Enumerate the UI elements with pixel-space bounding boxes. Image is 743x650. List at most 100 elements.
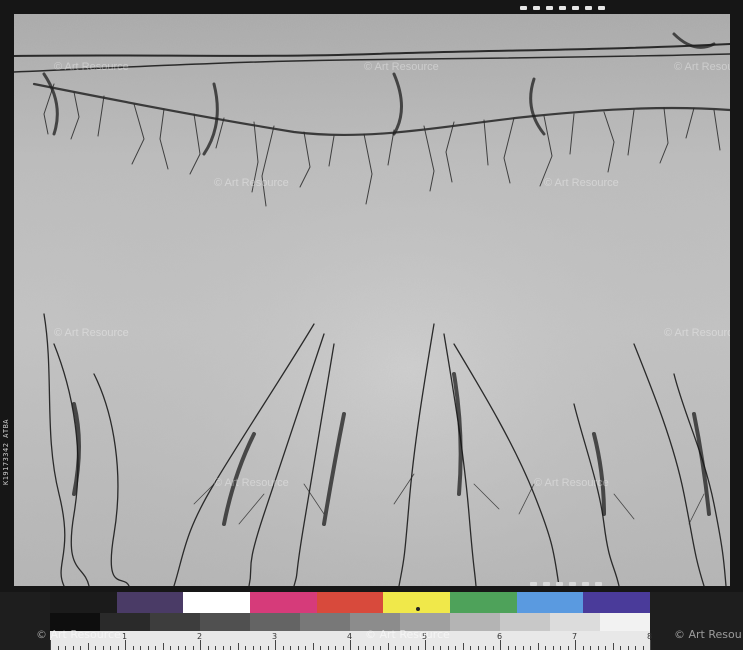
ruler-number: 2 <box>197 632 203 641</box>
film-frame: K19173342 ATBA © Art Resource © Art Reso… <box>0 0 743 592</box>
ruler-number: 1 <box>122 632 128 641</box>
gray-patch <box>250 613 300 631</box>
ruler-tick <box>552 646 554 650</box>
ruler-tick <box>350 640 351 650</box>
ruler-tick <box>492 646 494 650</box>
ruler-tick <box>582 646 584 650</box>
ruler-tick <box>57 646 59 650</box>
ruler-tick <box>447 646 449 650</box>
ruler-tick <box>102 646 104 650</box>
ruler-tick <box>147 646 149 650</box>
ruler-tick <box>305 646 306 650</box>
watermark: © Art Resource <box>674 61 730 73</box>
color-patch <box>183 592 251 613</box>
ruler-tick <box>627 646 629 650</box>
ruler-tick <box>95 646 96 650</box>
color-patch <box>516 592 584 613</box>
ruler-tick <box>342 646 344 650</box>
ruler-tick <box>207 646 209 650</box>
ruler-tick <box>320 646 321 650</box>
ruler-tick <box>417 646 419 650</box>
ruler-tick <box>282 646 284 650</box>
watermark: © Art Resource <box>364 61 439 73</box>
ruler-tick <box>237 643 239 650</box>
ruler-tick <box>605 646 606 650</box>
film-edge-notches-top <box>520 6 605 10</box>
color-patch <box>450 592 517 613</box>
gray-patch <box>200 613 250 631</box>
ruler-tick <box>477 646 479 650</box>
ruler-tick <box>267 646 269 650</box>
ruler-tick <box>515 646 516 650</box>
ruler-tick <box>507 646 509 650</box>
ruler-tick <box>642 646 644 650</box>
ruler-tick <box>230 646 231 650</box>
ruler-tick <box>380 646 381 650</box>
ruler-tick <box>425 640 426 650</box>
ruler-tick <box>72 646 74 650</box>
ruler-number: 4 <box>347 632 353 641</box>
watermark: © Art Resource <box>214 177 289 189</box>
ruler-tick <box>545 646 546 650</box>
ruler-tick <box>575 640 576 650</box>
ruler-tick <box>260 646 261 650</box>
ruler-tick <box>125 640 126 650</box>
watermark: © Art Resource <box>214 477 289 489</box>
ruler-tick <box>132 646 134 650</box>
watermark: © Art Resource <box>54 61 129 73</box>
ruler-tick <box>170 646 171 650</box>
ruler-tick <box>252 646 254 650</box>
ruler-tick <box>155 646 156 650</box>
gray-patch <box>500 613 550 631</box>
ruler-tick <box>620 646 621 650</box>
ruler-tick <box>612 643 614 650</box>
ruler-tick <box>327 646 329 650</box>
ruler-tick <box>560 646 561 650</box>
ruler-tick <box>297 646 299 650</box>
ruler-tick <box>50 640 51 650</box>
watermark-bottom-left: © Art Resource <box>36 628 121 641</box>
ruler-tick <box>222 646 224 650</box>
ruler-tick <box>410 646 411 650</box>
ruler-tick <box>530 646 531 650</box>
ruler-tick <box>275 640 276 650</box>
ruler-tick <box>365 646 366 650</box>
color-calibration-bar <box>50 592 651 613</box>
gray-patch <box>300 613 350 631</box>
ruler-tick <box>537 643 539 650</box>
grayscale-calibration-bar <box>50 613 650 631</box>
ruler-tick <box>312 643 314 650</box>
ruler-tick <box>590 646 591 650</box>
ruler-tick <box>470 646 471 650</box>
ruler-tick <box>117 646 119 650</box>
measurement-ruler: 12345678 <box>50 631 653 650</box>
ruler-tick <box>395 646 396 650</box>
ruler-tick <box>177 646 179 650</box>
gray-patch <box>450 613 500 631</box>
ruler-tick <box>162 643 164 650</box>
ruler-tick <box>500 640 501 650</box>
gray-patch <box>600 613 650 631</box>
ruler-tick <box>402 646 404 650</box>
ruler-tick <box>567 646 569 650</box>
color-patch <box>250 592 317 613</box>
ruler-number: 7 <box>572 632 578 641</box>
ruler-number: 6 <box>497 632 503 641</box>
ruler-number: 3 <box>272 632 278 641</box>
ruler-number: 8 <box>647 632 653 641</box>
ruler-tick <box>522 646 524 650</box>
watermark: © Art Resource <box>534 477 609 489</box>
gray-patch <box>550 613 600 631</box>
film-edge-code: K19173342 ATBA <box>2 418 10 485</box>
ruler-tick <box>215 646 216 650</box>
ruler-tick <box>192 646 194 650</box>
film-edge-notches-bottom <box>530 582 602 586</box>
ruler-tick <box>635 646 636 650</box>
yellow-patch-marker <box>416 607 420 611</box>
ruler-tick <box>432 646 434 650</box>
ruler-tick <box>372 646 374 650</box>
ruler-tick <box>290 646 291 650</box>
ruler-tick <box>455 646 456 650</box>
color-patch <box>316 592 384 613</box>
ruler-tick <box>335 646 336 650</box>
